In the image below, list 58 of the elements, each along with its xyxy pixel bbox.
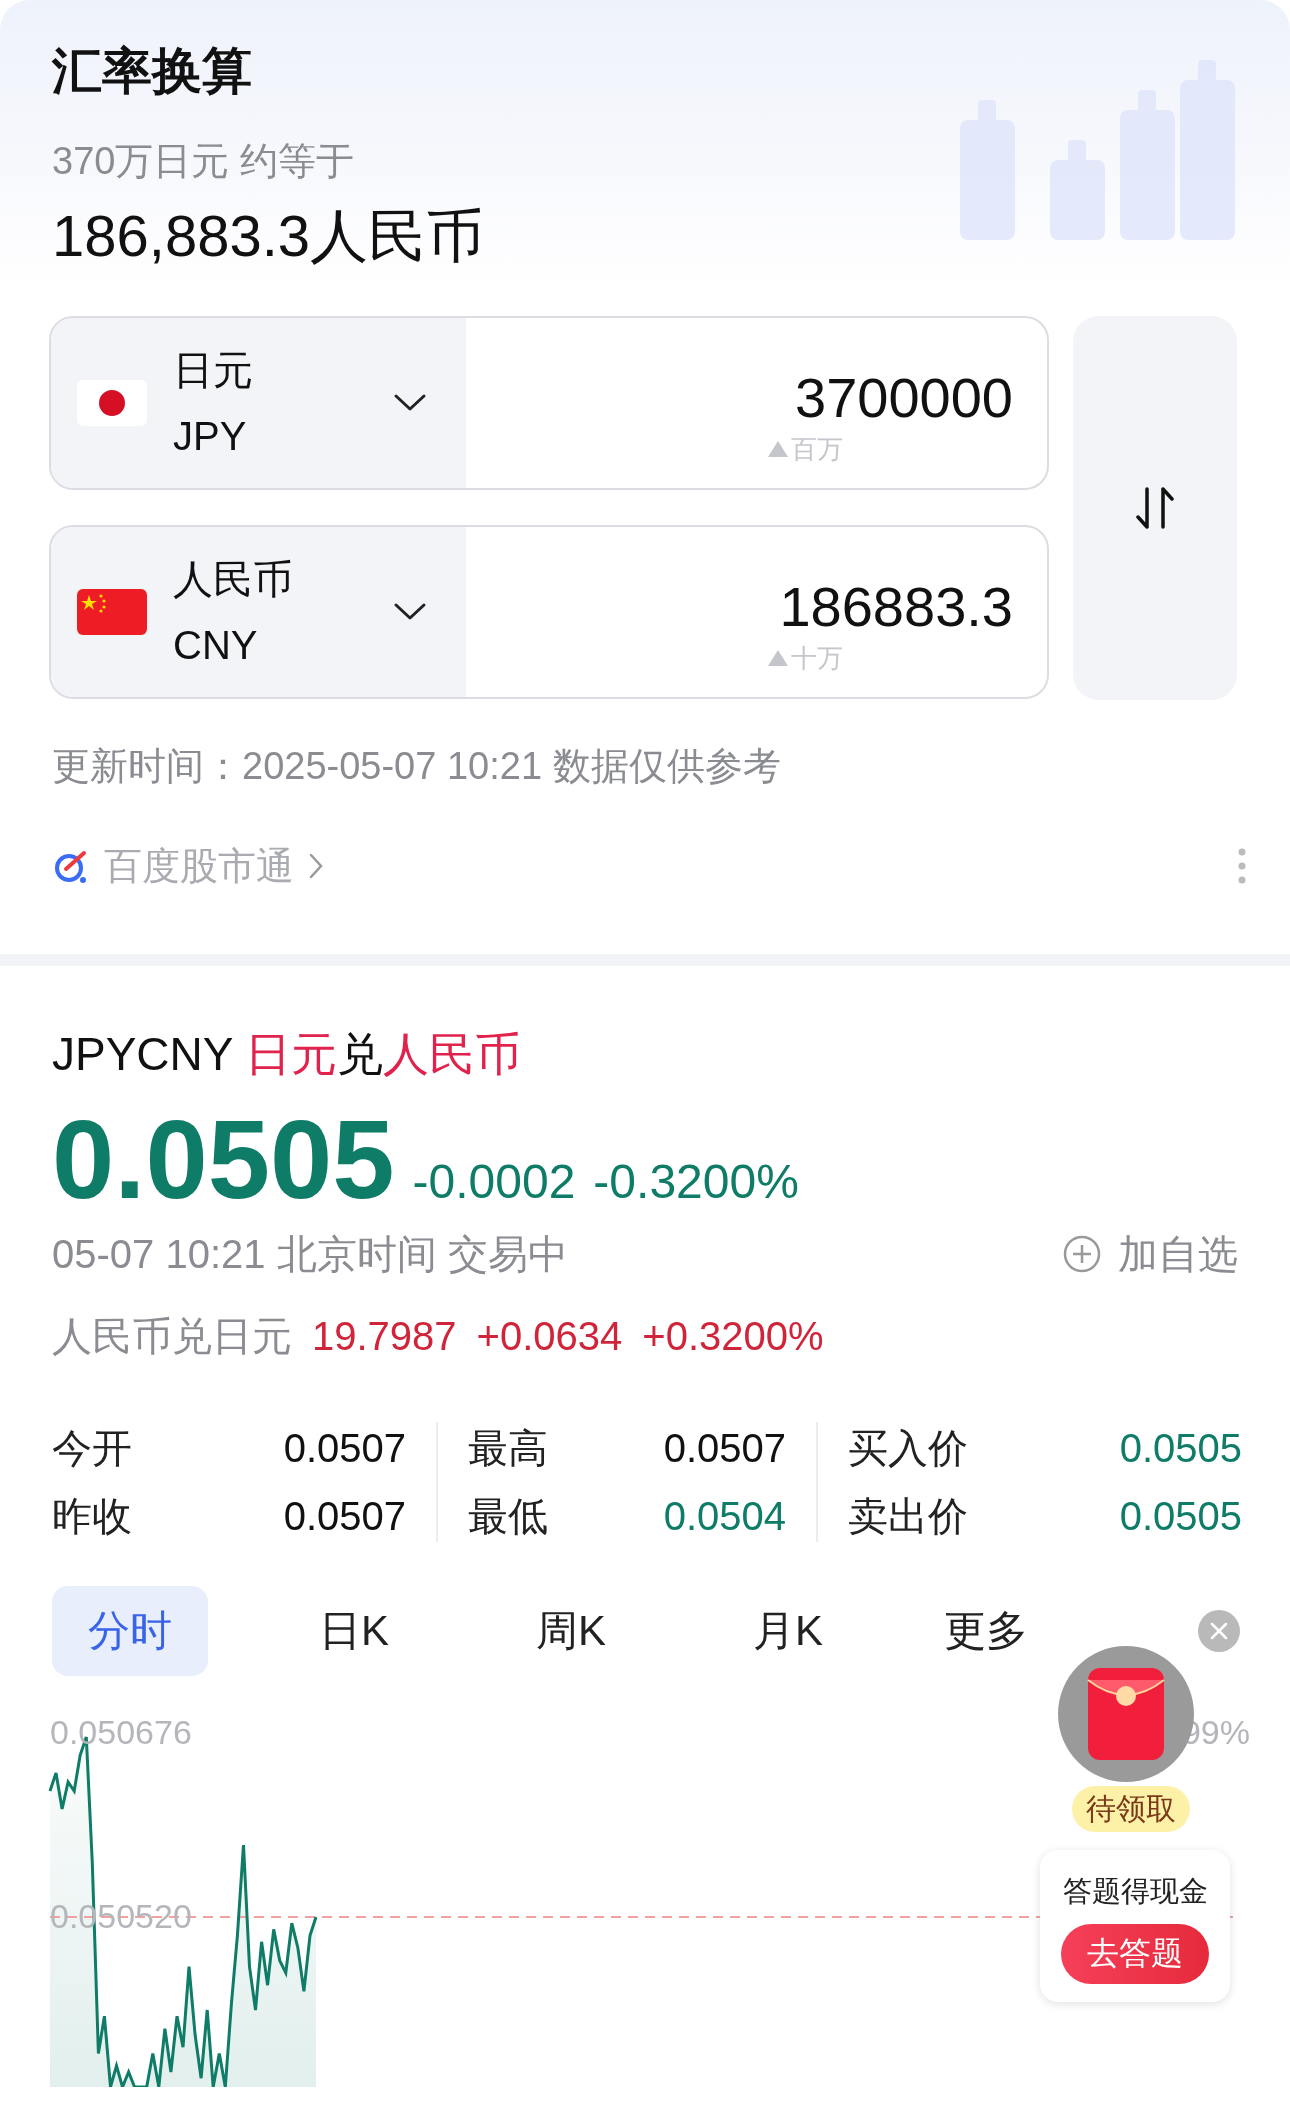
currency-name: 人民币 [173,556,294,603]
answer-button[interactable]: 去答题 [1061,1924,1209,1984]
plus-circle-icon [1062,1234,1102,1274]
claim-badge: 待领取 [1072,1786,1190,1832]
chevron-right-icon [308,852,324,880]
swap-button[interactable] [1073,316,1237,700]
stat-label: 今开 [52,1425,132,1472]
chart-tab[interactable]: 分时 [52,1586,208,1676]
japan-flag-icon [77,380,147,426]
stat-value: 0.0507 [283,1493,406,1540]
triangle-icon [767,440,789,458]
stat-label: 卖出价 [848,1493,968,1540]
chart-tab[interactable]: 周K [500,1586,642,1676]
page-title: 汇率换算 [52,42,253,101]
stat-label: 买入价 [848,1425,968,1472]
chevron-down-icon [393,393,427,413]
axis-label: 0.050676 [50,1712,192,1752]
update-note: 更新时间：2025-05-07 10:21 数据仅供参考 [51,744,782,789]
stat-label: 最高 [468,1425,548,1472]
chart-tab[interactable]: 更多 [934,1586,1038,1676]
more-options-button[interactable] [1238,848,1246,884]
stat-value: 0.0504 [663,1493,786,1540]
stat-label: 昨收 [52,1493,132,1540]
percent-change: -0.3200% [593,1154,799,1209]
price-change: -0.0002 [412,1154,576,1209]
currency-field[interactable]: 人民币 CNY 186883.3 十万 [49,525,1049,699]
conversion-result: 186,883.3人民币 [52,202,486,270]
envelope-icon [1086,1666,1166,1762]
stat-value: 0.0507 [283,1425,406,1472]
exchange-rate: 0.0505 [52,1100,395,1220]
stat-value: 0.0505 [1119,1493,1242,1540]
close-icon [1209,1621,1229,1641]
magnitude-hint: 十万 [791,642,843,674]
currency-code: JPY [173,413,248,460]
amount-value: 186883.3 [779,574,1013,640]
inverse-rate: 19.7987 [312,1313,457,1360]
triangle-icon [767,649,789,667]
inverse-change: +0.0634 [476,1313,623,1360]
chevron-down-icon [393,602,427,622]
stat-label: 最低 [468,1493,548,1540]
pair-title: JPYCNY 日元兑人民币 [52,1027,523,1082]
magnitude-hint: 百万 [791,433,843,465]
inverse-percent-change: +0.3200% [642,1313,824,1360]
chart-tab[interactable]: 月K [717,1586,859,1676]
stat-value: 0.0507 [663,1425,786,1472]
inverse-pair-label: 人民币兑日元 [52,1313,292,1360]
close-button[interactable] [1198,1610,1240,1652]
swap-arrows-icon [1135,485,1175,531]
china-flag-icon [77,589,147,635]
promo-text: 答题得现金 [1062,1874,1208,1909]
trading-status: 05-07 10:21 北京时间 交易中 [52,1231,568,1278]
stat-value: 0.0505 [1119,1425,1242,1472]
currency-code: CNY [173,622,259,669]
summary-text: 370万日元 约等于 [52,139,355,184]
amount-value: 3700000 [795,365,1013,431]
chart-tab[interactable]: 日K [283,1586,425,1676]
currency-field[interactable]: 日元 JPY 3700000 百万 [49,316,1049,490]
currency-name: 日元 [173,347,254,394]
